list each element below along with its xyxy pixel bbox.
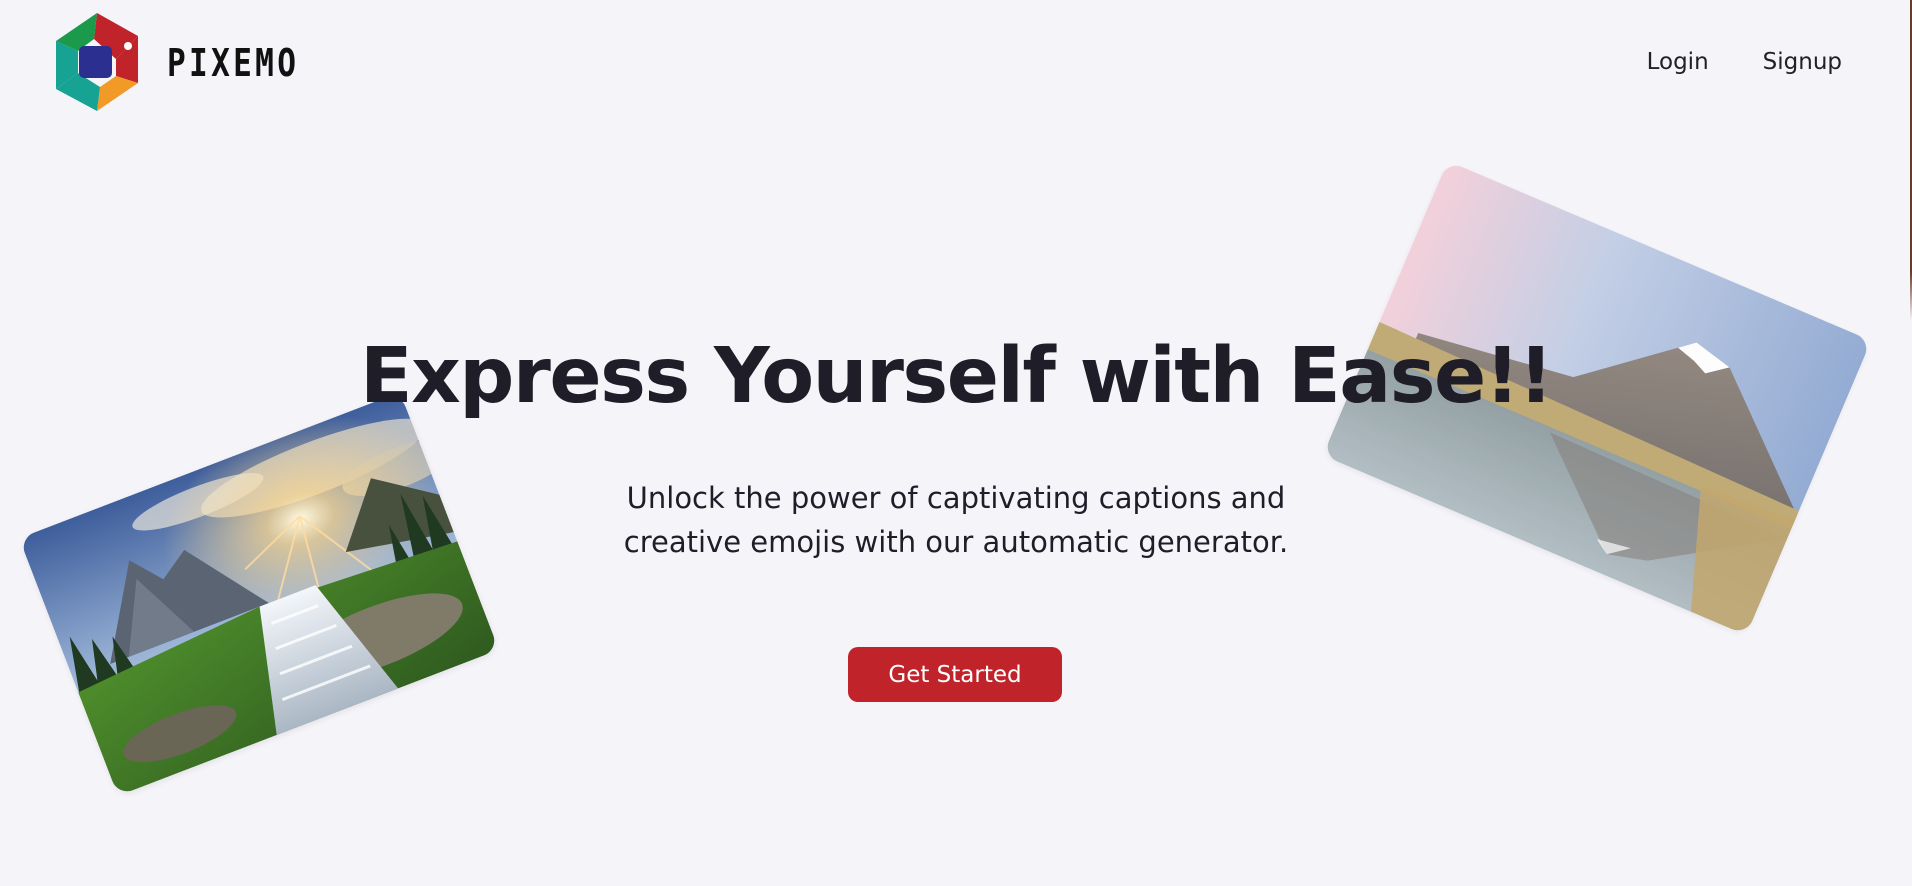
hero-title: Express Yourself with Ease!! bbox=[360, 332, 1554, 421]
hero-subtitle: Unlock the power of captivating captions… bbox=[623, 481, 1289, 559]
brand-name: PIXEMO bbox=[167, 41, 300, 85]
top-nav: Login Signup bbox=[1647, 49, 1842, 75]
signup-link[interactable]: Signup bbox=[1763, 49, 1842, 75]
login-link[interactable]: Login bbox=[1647, 49, 1709, 75]
get-started-button[interactable]: Get Started bbox=[848, 647, 1062, 702]
waterfall-landscape-photo bbox=[19, 392, 499, 796]
pixemo-logo-icon bbox=[56, 13, 138, 111]
brand-logo-link[interactable]: PIXEMO bbox=[50, 13, 328, 113]
